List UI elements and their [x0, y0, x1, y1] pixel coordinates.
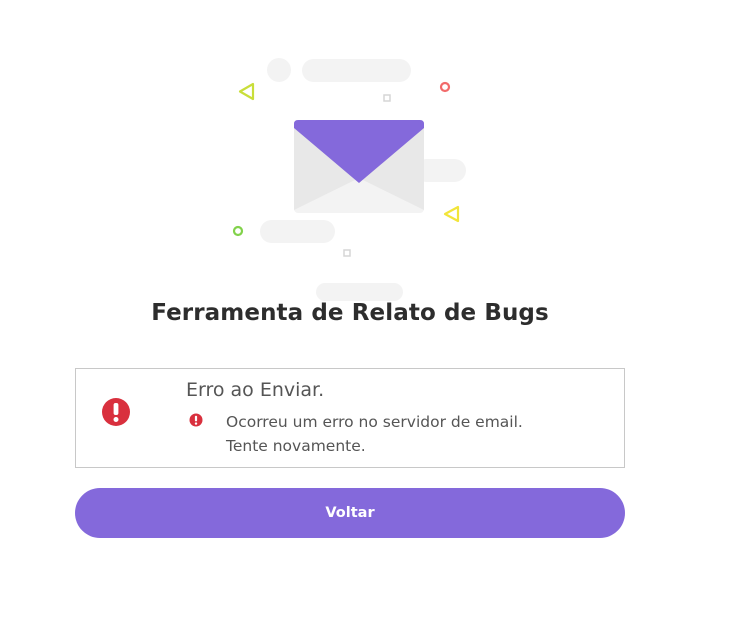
envelope-illustration — [232, 58, 466, 301]
page-title: Ferramenta de Relato de Bugs — [151, 300, 549, 326]
decor-pill — [260, 220, 335, 243]
decor-pill — [316, 283, 403, 301]
decor-ring — [439, 81, 451, 93]
decor-triangle — [443, 205, 460, 223]
back-button[interactable]: Voltar — [75, 488, 625, 538]
decor-pill — [302, 59, 411, 82]
decor-bubble — [267, 58, 291, 82]
error-alert: Erro ao Enviar. Ocorreu um erro no servi… — [75, 368, 625, 468]
alert-heading: Erro ao Enviar. — [186, 379, 325, 401]
alert-message: Ocorreu um erro no servidor de email. Te… — [226, 410, 606, 458]
error-small-icon — [189, 413, 203, 427]
envelope-icon — [294, 120, 424, 213]
alert-message-line: Tente novamente. — [226, 437, 366, 455]
decor-ring — [232, 225, 244, 237]
decor-square — [343, 249, 351, 257]
decor-triangle — [238, 82, 255, 101]
error-icon — [102, 398, 130, 426]
decor-square — [383, 94, 391, 102]
alert-message-line: Ocorreu um erro no servidor de email. — [226, 413, 523, 431]
